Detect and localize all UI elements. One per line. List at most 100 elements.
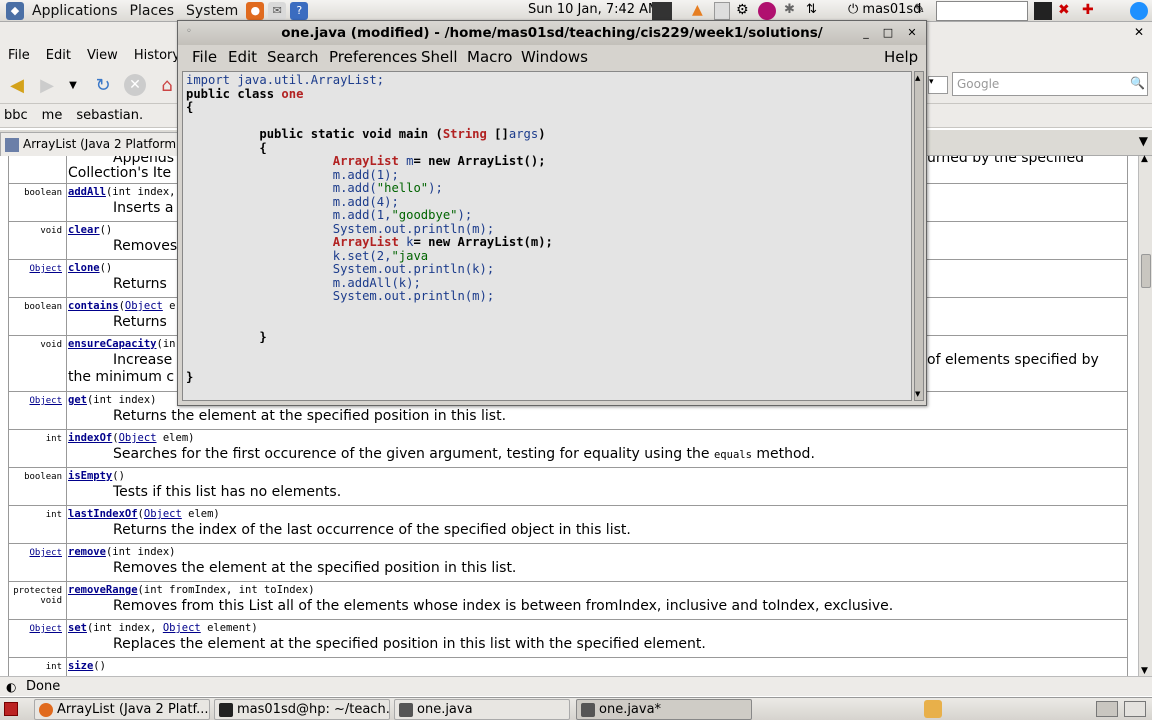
- reload-icon[interactable]: ↻: [92, 74, 114, 96]
- scroll-up-icon[interactable]: ▲: [1141, 154, 1148, 164]
- table-row: int lastIndexOf(Object elem) Returns the i…: [8, 506, 1128, 544]
- close-icon[interactable]: ✕: [904, 26, 920, 40]
- param-type-link[interactable]: Object: [144, 508, 182, 520]
- maximize-icon[interactable]: □: [880, 26, 896, 40]
- ed-menu-search[interactable]: Search: [267, 48, 319, 66]
- workspace-2-icon[interactable]: [1124, 701, 1146, 717]
- skype-tray-icon[interactable]: [1130, 2, 1148, 20]
- ff-menu-file[interactable]: File: [0, 48, 38, 63]
- edit-tray-icon[interactable]: ✎: [914, 2, 925, 20]
- method-link[interactable]: removeRange: [68, 584, 138, 596]
- firefox-close-icon[interactable]: ✕: [1134, 25, 1144, 39]
- back-icon[interactable]: ◀: [6, 74, 28, 96]
- ed-menu-file[interactable]: File: [192, 48, 217, 66]
- search-icon[interactable]: 🔍: [1130, 76, 1145, 90]
- panel-search-input[interactable]: [936, 1, 1028, 21]
- ed-scroll-up-icon[interactable]: ▲: [915, 74, 920, 82]
- search-input[interactable]: Google: [952, 72, 1148, 96]
- bluetooth-tray-icon[interactable]: ✱: [784, 2, 795, 20]
- method-link[interactable]: remove: [68, 546, 106, 558]
- firefox-launcher-icon[interactable]: ●: [246, 1, 265, 20]
- home-icon[interactable]: ⌂: [156, 74, 178, 96]
- terminal-launcher-icon[interactable]: [1034, 2, 1052, 20]
- editor-titlebar[interactable]: one.java (modified) - /home/mas01sd/teac…: [178, 21, 926, 45]
- task-firefox[interactable]: ArrayList (Java 2 Platf...: [34, 699, 210, 720]
- bookmark-bbc[interactable]: bbc: [0, 108, 28, 123]
- music-tray-icon[interactable]: [758, 2, 776, 20]
- ff-menu-edit[interactable]: Edit: [38, 48, 79, 63]
- method-params: (): [112, 470, 125, 482]
- ed-menu-help[interactable]: Help: [884, 48, 918, 66]
- bookmark-me[interactable]: me: [38, 108, 63, 123]
- ed-scroll-down-icon[interactable]: ▼: [915, 390, 920, 398]
- param-type-link[interactable]: Object: [119, 432, 157, 444]
- bookmark-sebastian[interactable]: sebastian.: [72, 108, 143, 123]
- method-description: Inserts a: [113, 200, 173, 216]
- ff-menu-view[interactable]: View: [79, 48, 126, 63]
- vlc-tray-icon[interactable]: ▲: [692, 2, 703, 20]
- param-type-link[interactable]: Object: [163, 622, 201, 634]
- trash-icon[interactable]: [924, 700, 942, 718]
- panel-user-menu[interactable]: ⏻ mas01sd: [848, 2, 921, 17]
- window-tray-icon[interactable]: [714, 2, 730, 20]
- code-line: System.out.println(k);: [332, 262, 495, 276]
- row-modifier: boolean: [9, 302, 65, 312]
- show-desktop-icon[interactable]: [4, 702, 18, 716]
- row-modifier: void: [9, 340, 65, 350]
- stop-icon[interactable]: ✕: [124, 74, 146, 96]
- method-link[interactable]: indexOf: [68, 432, 112, 444]
- method-link[interactable]: clear: [68, 224, 100, 236]
- applications-menu[interactable]: Applications: [26, 3, 124, 19]
- close-tray-icon[interactable]: ✖: [1058, 2, 1070, 20]
- ed-menu-shell[interactable]: Shell: [421, 48, 458, 66]
- ed-menu-preferences[interactable]: Preferences: [329, 48, 417, 66]
- method-link[interactable]: isEmpty: [68, 470, 112, 482]
- gnome-foot-icon[interactable]: ◆: [6, 1, 24, 20]
- workspace-1-icon[interactable]: [1096, 701, 1118, 717]
- mail-launcher-icon[interactable]: ✉: [268, 1, 287, 20]
- places-menu[interactable]: Places: [124, 3, 181, 19]
- method-link[interactable]: contains: [68, 300, 119, 312]
- task-one-java-modified[interactable]: one.java*: [576, 699, 752, 720]
- return-type-link[interactable]: Object: [29, 548, 62, 558]
- panel-clock[interactable]: Sun 10 Jan, 7:42 AM: [528, 2, 659, 17]
- shield-tray-icon[interactable]: ✚: [1082, 2, 1094, 20]
- return-type-link[interactable]: Object: [29, 624, 62, 634]
- ed-menu-macro[interactable]: Macro: [467, 48, 512, 66]
- return-type-link[interactable]: Object: [29, 264, 62, 274]
- minimize-icon[interactable]: _: [858, 26, 874, 40]
- method-link[interactable]: clone: [68, 262, 100, 274]
- forward-icon[interactable]: ▶: [36, 74, 58, 96]
- method-link[interactable]: get: [68, 394, 87, 406]
- editor-menu-icon[interactable]: ◦: [186, 26, 192, 37]
- page-scrollbar[interactable]: ▲ ▼: [1138, 154, 1152, 676]
- ed-menu-windows[interactable]: Windows: [521, 48, 588, 66]
- search-engine-icon[interactable]: ▾: [928, 76, 948, 94]
- editor-scrollbar[interactable]: ▲ ▼: [914, 71, 924, 401]
- method-link[interactable]: lastIndexOf: [68, 508, 138, 520]
- tab-arraylist[interactable]: ArrayList (Java 2 Platform S: [0, 132, 190, 156]
- scroll-down-icon[interactable]: ▼: [1141, 666, 1148, 676]
- method-params-rest: elem): [181, 508, 220, 520]
- method-link[interactable]: size: [68, 660, 93, 672]
- code-text-area[interactable]: import java.util.ArrayList; public class…: [182, 71, 912, 401]
- task-terminal[interactable]: mas01sd@hp: ~/teach...: [214, 699, 390, 720]
- method-signature: size(): [68, 660, 106, 672]
- return-type-link[interactable]: Object: [29, 396, 62, 406]
- settings-tray-icon[interactable]: ⚙: [736, 2, 749, 20]
- help-launcher-icon[interactable]: ?: [290, 1, 309, 20]
- param-type-link[interactable]: Object: [125, 300, 163, 312]
- scroll-thumb[interactable]: [1141, 254, 1151, 288]
- network-tray-icon[interactable]: ⇅: [806, 2, 817, 20]
- tabs-dropdown-icon[interactable]: ▼: [1139, 134, 1148, 148]
- method-link[interactable]: set: [68, 622, 87, 634]
- ed-menu-edit[interactable]: Edit: [228, 48, 257, 66]
- row-modifier: boolean: [9, 472, 65, 482]
- code-line: ArrayList m= new ArrayList();: [332, 154, 546, 168]
- history-dropdown-icon[interactable]: ▼: [62, 74, 84, 96]
- task-one-java[interactable]: one.java: [394, 699, 570, 720]
- terminal-tray-icon[interactable]: [652, 2, 672, 20]
- method-link[interactable]: addAll: [68, 186, 106, 198]
- method-link[interactable]: ensureCapacity: [68, 338, 157, 350]
- system-menu[interactable]: System: [180, 3, 244, 19]
